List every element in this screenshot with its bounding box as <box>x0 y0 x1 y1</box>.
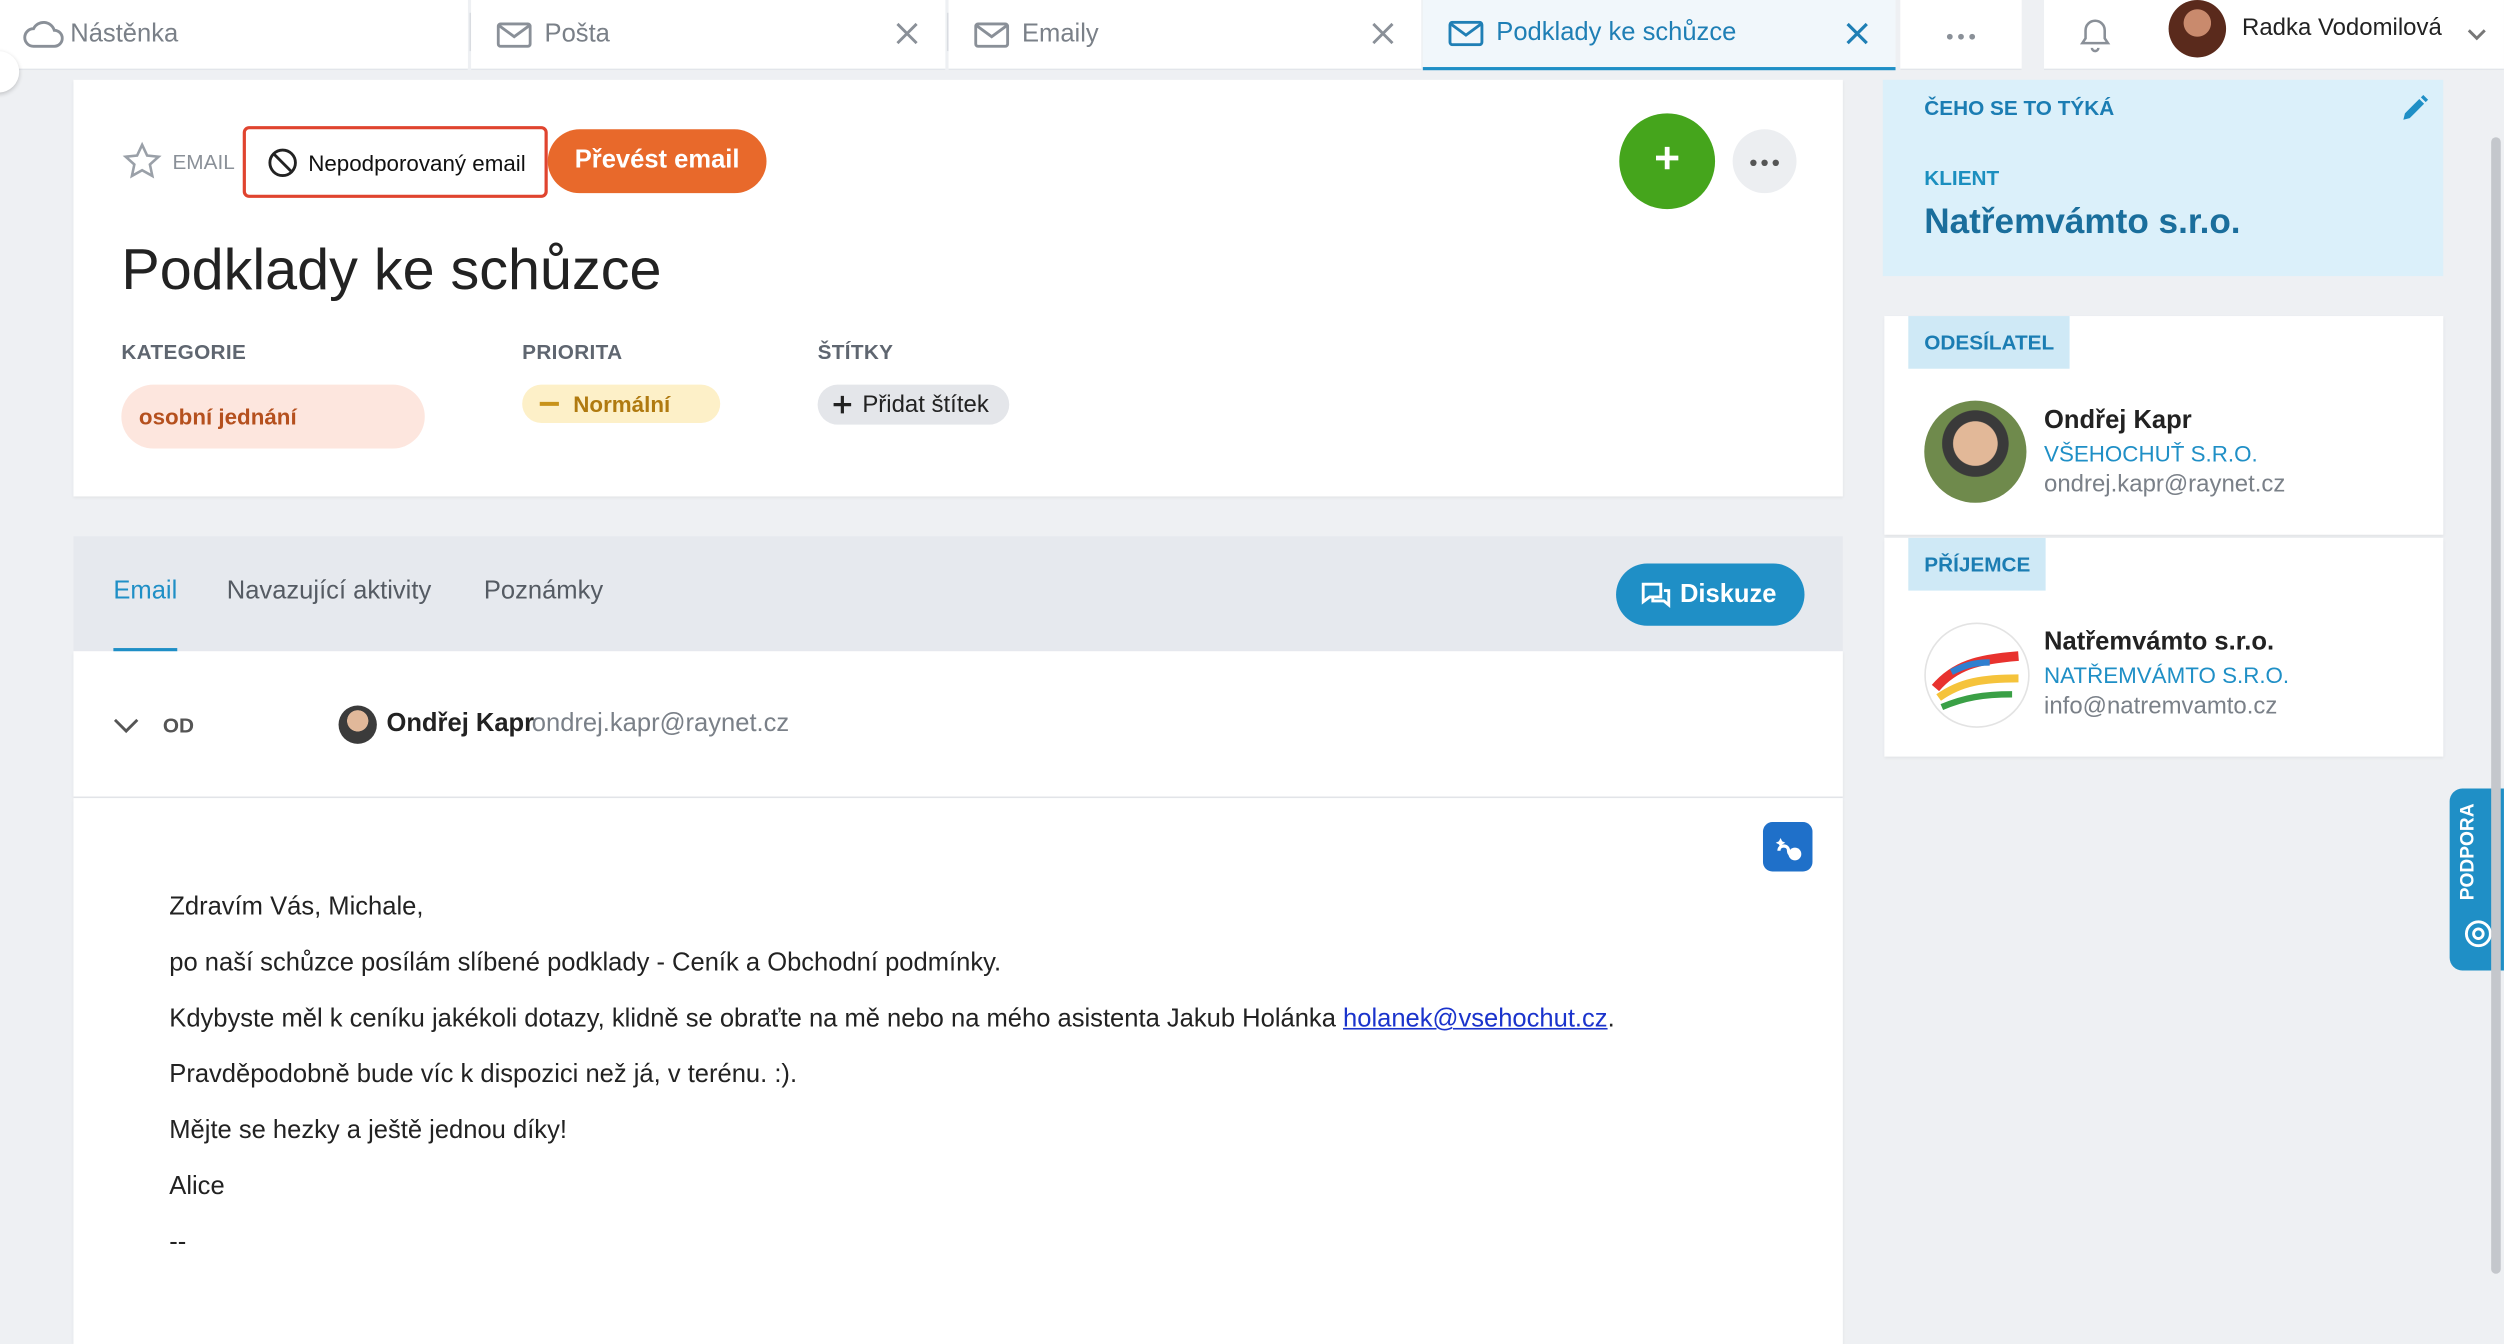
priority-value: Normální <box>573 391 671 417</box>
unsupported-email-label: Nepodporovaný email <box>308 149 526 175</box>
sender-company[interactable]: VŠEHOCHUŤ S.R.O. <box>2044 441 2258 467</box>
from-label: OD <box>162 713 195 738</box>
tab-label: Nástěnka <box>70 19 179 48</box>
more-icon <box>1749 147 1781 176</box>
email-text: . <box>1607 1005 1615 1033</box>
close-icon[interactable] <box>891 18 923 50</box>
avatar <box>338 705 377 744</box>
email-subtabs: Email Navazující aktivity Poznámky Disku… <box>73 536 1843 653</box>
email-line: po naší schůzce posílám slíbené podklady… <box>169 949 1002 977</box>
tab-email[interactable]: Email <box>113 578 177 607</box>
plus-icon <box>1651 141 1683 181</box>
discussion-label: Diskuze <box>1679 580 1777 608</box>
sender-name[interactable]: Ondřej Kapr <box>2044 407 2192 436</box>
concerns-label: ČEHO SE TO TÝKÁ <box>1924 95 2115 120</box>
recipient-label: PŘÍJEMCE <box>1908 537 2047 591</box>
chevron-down-icon[interactable] <box>2466 22 2488 51</box>
discussion-button[interactable]: Diskuze <box>1616 563 1805 626</box>
category-value: osobní jednání <box>138 403 297 430</box>
from-email[interactable]: ondrej.kapr@raynet.cz <box>532 710 789 739</box>
category-label: KATEGORIE <box>121 339 247 364</box>
email-text: Kdybyste měl k ceníku jakékoli dotazy, k… <box>169 1005 1344 1033</box>
chevron-down-icon[interactable] <box>112 715 141 744</box>
tab-label: Pošta <box>544 19 610 48</box>
email-line: Kdybyste měl k ceníku jakékoli dotazy, k… <box>169 1006 1614 1035</box>
tab-label: Emaily <box>1022 19 1099 48</box>
recipient-company[interactable]: NATŘEMVÁMTO S.R.O. <box>2044 662 2289 688</box>
tab-emaily[interactable]: Emaily <box>948 0 1422 71</box>
minus-icon <box>538 401 560 407</box>
plus-icon <box>832 394 853 415</box>
mail-icon <box>1448 20 1484 47</box>
user-menu[interactable]: Radka Vodomilová <box>2044 0 2504 71</box>
tab-bar: Nástěnka Pošta Emaily Podklady ke schůzc… <box>0 0 2504 71</box>
email-line: Pravděpodobně bude víc k dispozici než j… <box>169 1061 798 1089</box>
recipient-email[interactable]: info@natremvamto.cz <box>2044 693 2277 720</box>
from-name[interactable]: Ondřej Kapr <box>386 710 534 739</box>
tab-label: Podklady ke schůzce <box>1496 19 1737 47</box>
sender-email[interactable]: ondrej.kapr@raynet.cz <box>2044 471 2285 498</box>
recipient-name[interactable]: Natřemvámto s.r.o. <box>2044 629 2274 658</box>
mail-icon <box>496 21 532 48</box>
lifebuoy-icon <box>2464 919 2493 956</box>
email-line: Alice <box>169 1173 225 1201</box>
add-tag-label: Přidat štítek <box>862 391 989 419</box>
star-icon[interactable] <box>121 140 163 189</box>
bell-icon[interactable] <box>2079 17 2111 52</box>
unsupported-email-badge[interactable]: Nepodporovaný email <box>242 126 548 198</box>
tab-related-activities[interactable]: Navazující aktivity <box>227 578 431 607</box>
priority-label: PRIORITA <box>522 339 623 364</box>
sender-label: ODESÍLATEL <box>1908 316 2071 369</box>
user-name: Radka Vodomilová <box>2242 14 2442 42</box>
client-name[interactable]: Natřemvámto s.r.o. <box>1924 201 2240 243</box>
tab-podklady[interactable]: Podklady ke schůzce <box>1422 0 1896 71</box>
edit-icon[interactable] <box>2399 93 2431 133</box>
email-line: -- <box>169 1229 187 1257</box>
avatar <box>1924 400 2027 503</box>
block-icon <box>267 146 299 178</box>
email-link[interactable]: holanek@vsehochut.cz <box>1343 1006 1608 1033</box>
convert-email-button[interactable]: Převést email <box>547 129 767 194</box>
support-label: PODPORA <box>2456 803 2479 901</box>
close-icon[interactable] <box>1367 18 1399 50</box>
cloud-icon <box>22 20 64 49</box>
email-line: Mějte se hezky a ještě jednou díky! <box>169 1117 567 1145</box>
avatar <box>2168 0 2227 58</box>
more-actions-button[interactable] <box>1732 129 1797 194</box>
add-tag-button[interactable]: Přidat štítek <box>817 384 1010 425</box>
scrollbar[interactable] <box>2491 137 2501 1274</box>
tags-label: ŠTÍTKY <box>817 339 894 364</box>
chat-icon <box>1640 580 1672 609</box>
more-tabs-button[interactable] <box>1900 0 2022 71</box>
record-type-label: EMAIL <box>172 150 235 174</box>
tab-nastenka[interactable]: Nástěnka <box>0 0 468 71</box>
company-logo <box>1924 622 2030 728</box>
tab-posta[interactable]: Pošta <box>471 0 946 71</box>
add-button[interactable] <box>1619 113 1716 210</box>
email-line: Zdravím Vás, Michale, <box>169 893 424 922</box>
tab-notes[interactable]: Poznámky <box>484 578 603 607</box>
mail-icon <box>974 21 1010 48</box>
ai-assistant-icon[interactable] <box>1762 822 1813 872</box>
client-label: KLIENT <box>1924 166 2000 190</box>
priority-pill[interactable]: Normální <box>522 384 721 423</box>
page-title: Podklady ke schůzce <box>121 236 662 302</box>
more-icon <box>1945 20 1977 49</box>
category-pill[interactable]: osobní jednání <box>121 384 425 449</box>
close-icon[interactable] <box>1841 18 1873 50</box>
